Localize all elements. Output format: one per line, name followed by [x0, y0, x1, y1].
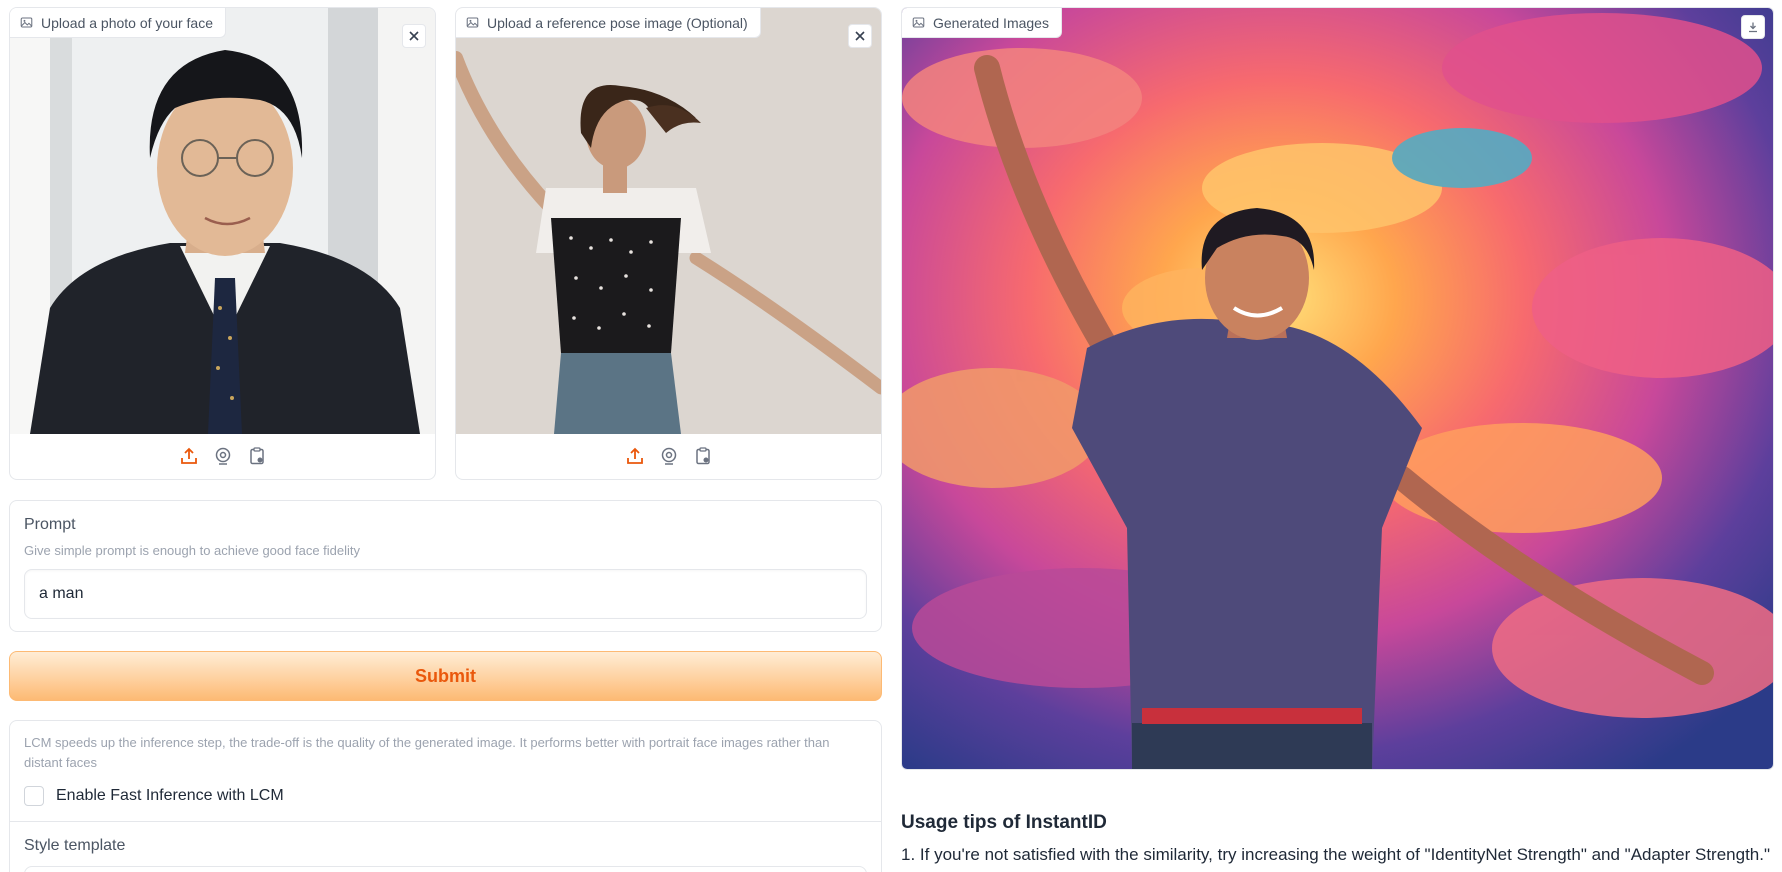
prompt-block: Prompt Give simple prompt is enough to a… — [9, 500, 882, 632]
lcm-checkbox-label: Enable Fast Inference with LCM — [56, 787, 284, 804]
webcam-icon — [215, 447, 230, 465]
pose-upload-label: Upload a reference pose image (Optional) — [456, 8, 761, 38]
submit-button[interactable]: Submit — [9, 651, 882, 701]
pose-webcam-button[interactable] — [658, 445, 680, 467]
image-icon — [466, 17, 479, 28]
pose-upload-panel[interactable]: Upload a reference pose image (Optional) — [455, 7, 882, 480]
close-icon — [855, 31, 865, 41]
pose-photo — [456, 8, 881, 434]
generated-image — [902, 8, 1773, 769]
face-upload-label: Upload a photo of your face — [10, 8, 227, 38]
lcm-info: LCM speeds up the inference step, the tr… — [24, 735, 830, 770]
face-clipboard-button[interactable] — [246, 445, 268, 467]
style-template-label: Style template — [24, 837, 126, 854]
pose-clear-button[interactable] — [848, 24, 872, 48]
face-webcam-button[interactable] — [212, 445, 234, 467]
usage-tips-title: Usage tips of InstantID — [901, 812, 1107, 833]
lcm-checkbox[interactable] — [24, 786, 44, 806]
lcm-checkbox-row[interactable]: Enable Fast Inference with LCM — [24, 786, 284, 806]
face-photo — [10, 8, 435, 434]
pose-upload-toolbar — [456, 433, 881, 479]
prompt-info: Give simple prompt is enough to achieve … — [24, 543, 361, 558]
face-upload-panel[interactable]: Upload a photo of your face — [9, 7, 436, 480]
close-icon — [409, 31, 419, 41]
face-clear-button[interactable] — [402, 24, 426, 48]
usage-tip-1: 1. If you're not satisfied with the simi… — [901, 845, 1771, 864]
face-photo-illustration — [10, 8, 435, 434]
face-upload-label-text: Upload a photo of your face — [41, 14, 214, 31]
options-divider — [10, 821, 881, 822]
download-button[interactable] — [1741, 15, 1765, 39]
prompt-input-value: a man — [39, 585, 84, 602]
face-upload-button[interactable] — [178, 445, 200, 467]
generated-image-label-text: Generated Images — [933, 14, 1049, 31]
image-icon — [20, 17, 33, 28]
prompt-input[interactable]: a man — [24, 569, 867, 619]
clipboard-icon — [695, 447, 710, 465]
pose-clipboard-button[interactable] — [692, 445, 714, 467]
prompt-label: Prompt — [24, 516, 76, 533]
face-upload-toolbar — [10, 433, 435, 479]
clipboard-icon — [249, 447, 264, 465]
style-template-dropdown[interactable] — [24, 866, 867, 872]
image-icon — [912, 17, 925, 28]
pose-photo-illustration — [456, 8, 881, 434]
generated-image-panel: Generated Images — [901, 7, 1774, 770]
generated-image-label: Generated Images — [902, 8, 1062, 38]
options-block: LCM speeds up the inference step, the tr… — [9, 720, 882, 872]
upload-icon — [626, 447, 643, 464]
upload-icon — [180, 447, 197, 464]
pose-upload-button[interactable] — [624, 445, 646, 467]
webcam-icon — [661, 447, 676, 465]
pose-upload-label-text: Upload a reference pose image (Optional) — [487, 14, 748, 31]
download-icon — [1749, 22, 1757, 33]
